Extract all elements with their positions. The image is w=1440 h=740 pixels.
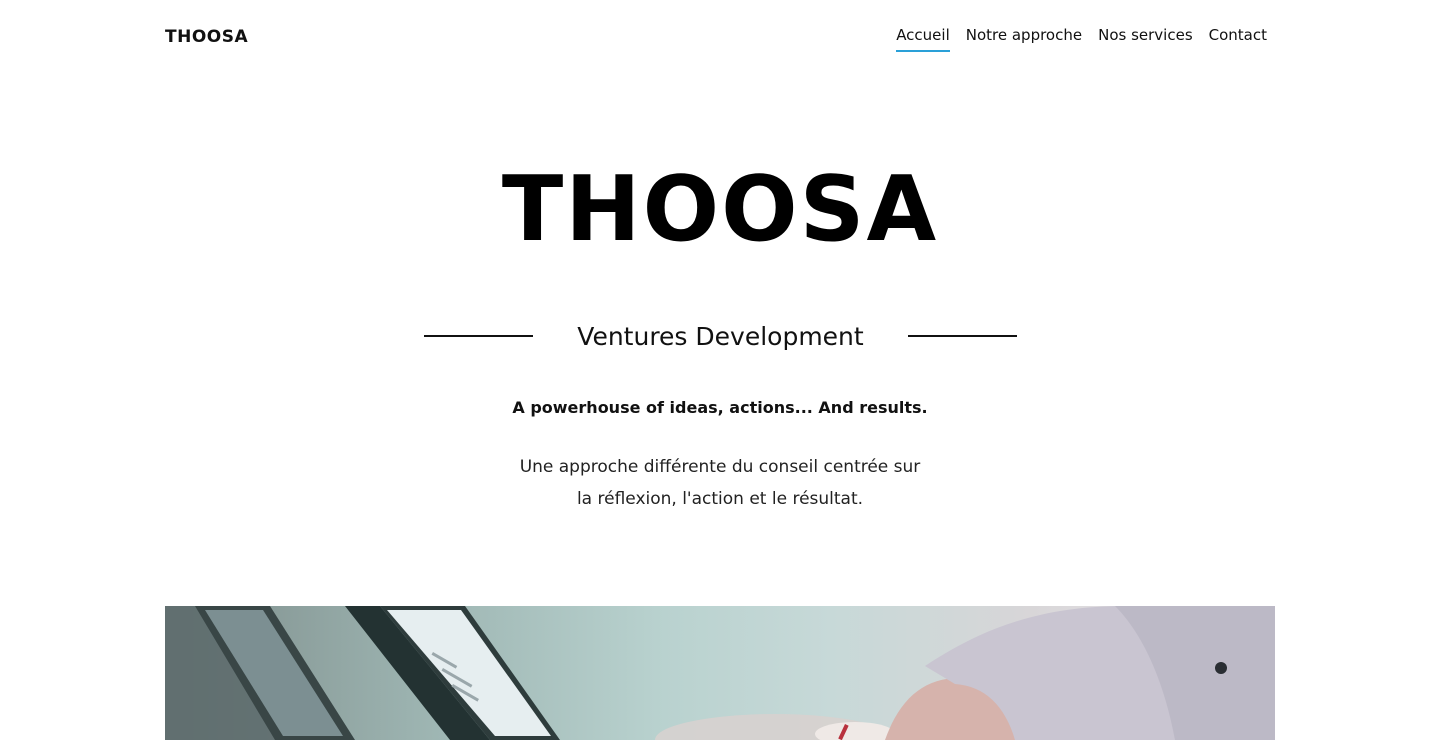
hero-description: Une approche différente du conseil centr… xyxy=(480,451,960,515)
description-line-1: Une approche différente du conseil centr… xyxy=(519,457,921,477)
page: THOOSA Accueil Notre approche Nos servic… xyxy=(0,0,1440,740)
hero-photo xyxy=(165,606,1275,740)
hero-subtitle: Ventures Development xyxy=(577,321,864,351)
site-header: THOOSA Accueil Notre approche Nos servic… xyxy=(165,0,1275,72)
hero-title: THOOSA xyxy=(501,157,939,262)
hero-tagline: A powerhouse of ideas, actions... And re… xyxy=(512,398,928,417)
subtitle-row: Ventures Development xyxy=(424,318,1017,354)
nav-item-accueil[interactable]: Accueil xyxy=(896,24,950,52)
nav-item-contact[interactable]: Contact xyxy=(1209,24,1267,52)
main-nav: Accueil Notre approche Nos services Cont… xyxy=(896,24,1267,52)
right-divider xyxy=(907,335,1017,337)
nav-item-nos-services[interactable]: Nos services xyxy=(1098,24,1193,52)
description-line-2: la réflexion, l'action et le résultat. xyxy=(576,489,864,509)
left-divider xyxy=(424,335,533,337)
header-logo-link[interactable]: THOOSA xyxy=(165,27,248,47)
nav-item-notre-approche[interactable]: Notre approche xyxy=(966,24,1082,52)
